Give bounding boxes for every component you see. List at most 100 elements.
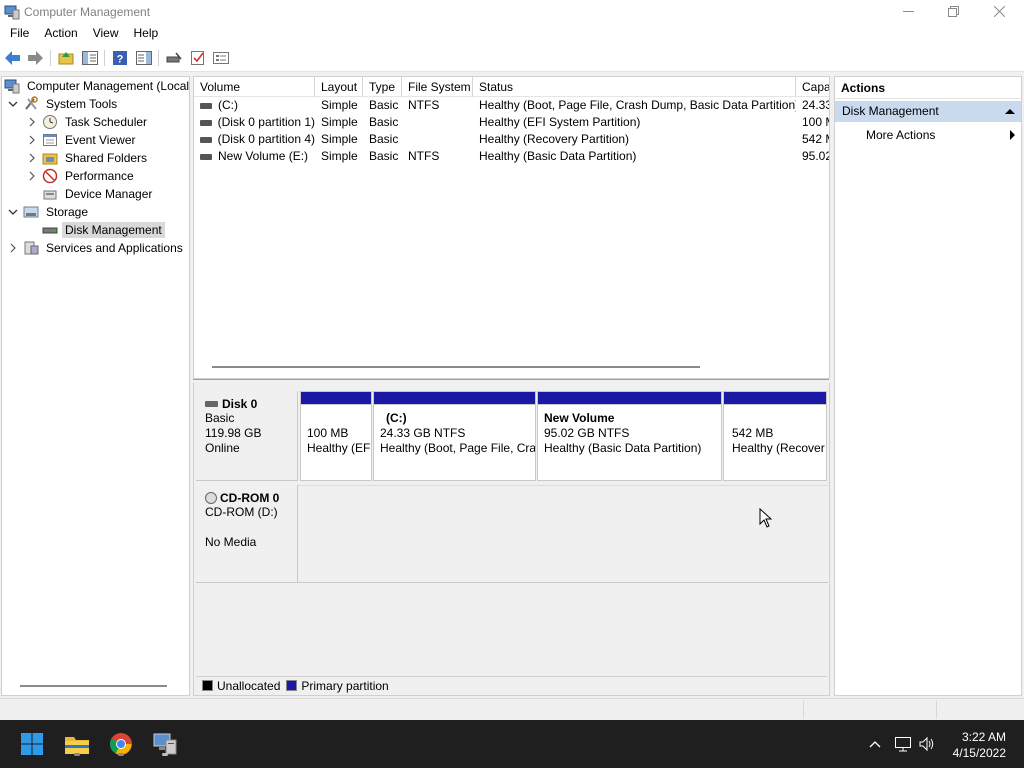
tree-item-shared-folders[interactable]: Shared Folders [27, 149, 150, 167]
forward-icon[interactable] [26, 49, 44, 67]
menu-action[interactable]: Action [36, 23, 84, 44]
device-manager-icon [42, 186, 58, 202]
cell-volume: (Disk 0 partition 4) [217, 132, 315, 146]
cell-volume: (C:) [218, 98, 238, 112]
system-clock[interactable]: 3:22 AM 4/15/2022 [953, 729, 1006, 761]
more-actions-item[interactable]: More Actions [835, 126, 1021, 144]
taskbar: 3:22 AM 4/15/2022 [0, 720, 1024, 768]
cell-capacity: 100 M [802, 115, 829, 129]
close-button[interactable] [976, 0, 1022, 23]
cd-icon [205, 492, 217, 504]
network-icon[interactable] [894, 735, 912, 753]
tree-item-computer-management[interactable]: Computer Management (Local [4, 77, 190, 95]
table-row[interactable]: (Disk 0 partition 4) Simple Basic Health… [194, 131, 829, 148]
partition-c[interactable]: (C:) 24.33 GB NTFS Healthy (Boot, Page F… [373, 391, 536, 481]
menu-help[interactable]: Help [126, 23, 166, 44]
menu-view[interactable]: View [85, 23, 126, 44]
chevron-right-icon[interactable] [27, 171, 37, 181]
chevron-right-icon[interactable] [27, 135, 37, 145]
tree-item-system-tools[interactable]: System Tools [8, 95, 120, 113]
chevron-down-icon[interactable] [8, 207, 18, 217]
computer-management-taskbar-icon[interactable] [149, 728, 181, 760]
primary-partition-bar [538, 392, 721, 405]
tree-item-device-manager[interactable]: Device Manager [42, 185, 155, 203]
chrome-icon[interactable] [105, 728, 137, 760]
up-folder-icon[interactable] [57, 49, 75, 67]
windows-start-icon[interactable] [16, 728, 48, 760]
minimize-button[interactable] [885, 0, 931, 23]
partition-efi[interactable]: 100 MB Healthy (EF [300, 391, 372, 481]
cell-file-system [408, 131, 473, 148]
tree-label: Device Manager [65, 187, 153, 201]
partition-size: 542 MB [732, 426, 774, 440]
cell-layout: Simple [321, 115, 358, 129]
check-icon[interactable] [189, 49, 207, 67]
legend-primary-partition: Primary partition [301, 678, 389, 693]
more-actions-label: More Actions [866, 128, 936, 142]
primary-partition-bar [724, 392, 826, 405]
tree-horizontal-scrollbar[interactable] [20, 685, 167, 687]
disk-graphical-view: Disk 0 Basic 119.98 GB Online 100 MB Hea… [193, 383, 830, 696]
file-explorer-icon[interactable] [61, 728, 93, 760]
partition-status: Healthy (Recover [732, 441, 825, 455]
table-row[interactable]: (Disk 0 partition 1) Simple Basic Health… [194, 114, 829, 131]
properties-list-icon[interactable] [212, 49, 230, 67]
cdrom-volume-area[interactable] [298, 485, 828, 583]
tree-item-disk-management[interactable]: Disk Management [42, 221, 165, 239]
tree-item-services-applications[interactable]: Services and Applications [8, 239, 186, 257]
mouse-cursor-icon [759, 508, 772, 528]
chevron-down-icon[interactable] [8, 99, 18, 109]
tree-label: Computer Management (Local [27, 79, 190, 93]
tree-item-storage[interactable]: Storage [8, 203, 91, 221]
partition-new-volume[interactable]: New Volume 95.02 GB NTFS Healthy (Basic … [537, 391, 722, 481]
volume-list-horizontal-scrollbar[interactable] [212, 366, 700, 368]
event-viewer-icon [42, 132, 58, 148]
tree-label: Services and Applications [46, 241, 183, 255]
cdrom-media: No Media [205, 535, 257, 549]
column-header-capacity[interactable]: Capa [796, 77, 829, 97]
tree-item-performance[interactable]: Performance [27, 167, 137, 185]
cdrom-0-label[interactable]: CD-ROM 0 CD-ROM (D:) No Media [196, 485, 298, 583]
menu-file[interactable]: File [0, 23, 36, 44]
partition-recovery[interactable]: 542 MB Healthy (Recover [723, 391, 827, 481]
partition-status: Healthy (Basic Data Partition) [544, 441, 702, 455]
show-hide-action-pane-icon[interactable] [135, 49, 153, 67]
column-header-file-system[interactable]: File System [402, 77, 473, 97]
volume-speaker-icon[interactable] [918, 735, 936, 753]
chevron-right-icon[interactable] [8, 243, 18, 253]
cell-status: Healthy (Boot, Page File, Crash Dump, Ba… [479, 98, 796, 112]
cell-type: Basic [369, 132, 399, 146]
actions-section-label: Disk Management [842, 104, 939, 118]
column-header-type[interactable]: Type [363, 77, 402, 97]
column-header-status[interactable]: Status [473, 77, 796, 97]
disk-0-label[interactable]: Disk 0 Basic 119.98 GB Online [196, 391, 298, 481]
disk-icon [205, 401, 218, 407]
cell-layout: Simple [321, 98, 358, 112]
table-row[interactable]: New Volume (E:) Simple Basic NTFS Health… [194, 148, 829, 165]
help-icon[interactable]: ? [111, 49, 129, 67]
cell-status: Healthy (Recovery Partition) [479, 132, 630, 146]
partition-size: 100 MB [307, 426, 349, 440]
actions-section-disk-management[interactable]: Disk Management [835, 101, 1021, 122]
console-tree: Computer Management (Local System Tools … [1, 76, 190, 696]
cell-layout: Simple [321, 149, 358, 163]
tree-item-task-scheduler[interactable]: Task Scheduler [27, 113, 150, 131]
chevron-right-icon[interactable] [27, 117, 37, 127]
table-row[interactable]: (C:) Simple Basic NTFS Healthy (Boot, Pa… [194, 97, 829, 114]
menu-bar: File Action View Help [0, 23, 1024, 44]
show-hide-console-tree-icon[interactable] [81, 49, 99, 67]
disk-properties-icon[interactable] [165, 49, 183, 67]
show-hidden-icons-chevron-up-icon[interactable] [866, 735, 884, 753]
tree-item-event-viewer[interactable]: Event Viewer [27, 131, 138, 149]
restore-button[interactable] [930, 0, 976, 23]
column-header-layout[interactable]: Layout [315, 77, 363, 97]
primary-partition-swatch [286, 680, 298, 691]
chevron-right-icon[interactable] [27, 153, 37, 163]
collapse-up-icon[interactable] [1005, 109, 1015, 114]
performance-icon [42, 168, 58, 184]
back-icon[interactable] [4, 49, 22, 67]
disk-name: Disk 0 [222, 397, 258, 411]
partition-size: 95.02 GB NTFS [544, 426, 630, 440]
partition-status: Healthy (Boot, Page File, Cra [380, 441, 535, 455]
column-header-volume[interactable]: Volume [194, 77, 315, 97]
